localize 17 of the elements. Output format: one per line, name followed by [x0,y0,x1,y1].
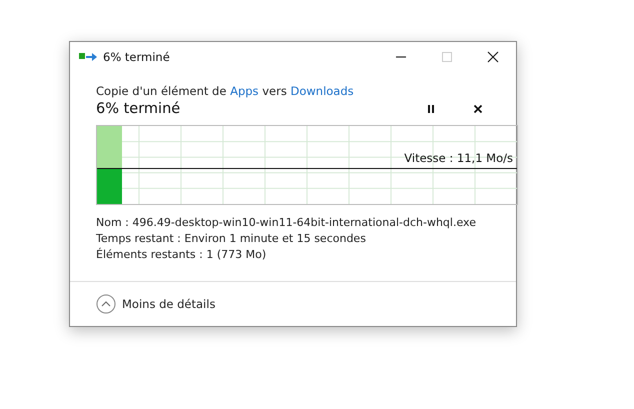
speed-label: Vitesse : 11,1 Mo/s [404,151,513,165]
pause-button[interactable] [425,103,437,115]
cancel-button[interactable] [472,103,484,115]
detail-value: Environ 1 minute et 15 secondes [184,232,366,245]
chevron-icon [96,294,116,314]
destination-link[interactable]: Downloads [290,84,354,98]
copy-arrow-icon [79,51,97,63]
detail-value: 1 (773 Mo) [206,248,266,261]
progress-heading: 6% terminé [96,101,182,117]
details-toggle[interactable]: Moins de détails [96,294,216,314]
detail-label: Nom : [96,216,129,229]
detail-value: 496.49-desktop-win10-win11-64bit-international-dch-whql.exe [132,216,476,229]
copy-description: Copie d'un élément de Apps vers Downloads [96,84,355,98]
window-title: 6% terminé [103,50,171,64]
source-link[interactable]: Apps [230,84,259,98]
detail-label: Temps restant : [96,232,181,245]
detail-label: Éléments restants : [96,248,203,261]
